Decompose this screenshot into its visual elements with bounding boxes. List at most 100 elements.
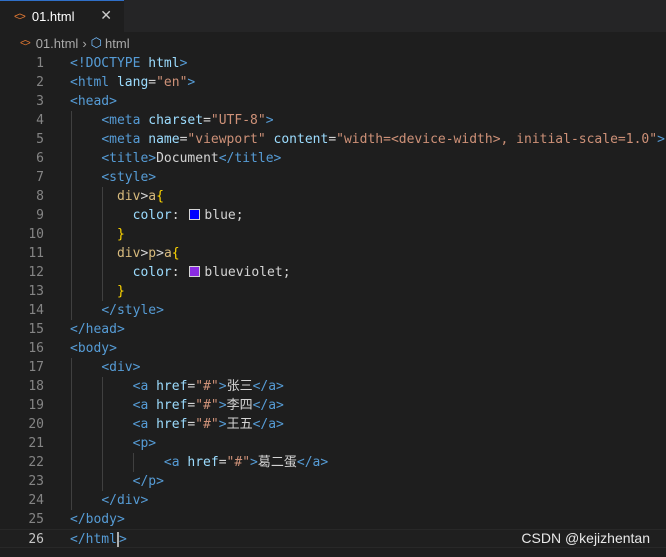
code-line[interactable]: 11 div>p>a{ bbox=[0, 244, 666, 263]
code-token: </div> bbox=[101, 493, 149, 508]
breadcrumb-file[interactable]: 01.html bbox=[36, 36, 79, 51]
code-token: > bbox=[179, 56, 188, 71]
color-swatch[interactable] bbox=[189, 266, 201, 277]
code-token: 李四 bbox=[226, 398, 253, 413]
code-token: > bbox=[657, 132, 665, 147]
code-text: } bbox=[70, 282, 125, 301]
code-token: p bbox=[148, 246, 157, 261]
html-file-icon: <> bbox=[14, 10, 26, 23]
code-token: = bbox=[218, 455, 227, 470]
code-token: a bbox=[148, 189, 157, 204]
code-text: <p> bbox=[70, 434, 156, 453]
code-token: lang bbox=[116, 75, 149, 90]
code-line[interactable]: 25 </body> bbox=[0, 510, 666, 529]
code-text: } bbox=[70, 225, 125, 244]
code-text: <meta name="viewport" content="width=<de… bbox=[70, 130, 665, 149]
code-token: = bbox=[203, 113, 211, 128]
code-text: <div> bbox=[70, 358, 140, 377]
code-token: html bbox=[148, 56, 180, 71]
close-icon[interactable]: ✕ bbox=[100, 7, 112, 24]
code-token: "#" bbox=[195, 379, 219, 394]
tab-bar: <> 01.html ✕ bbox=[0, 0, 666, 32]
code-line[interactable]: 3 <head> bbox=[0, 92, 666, 111]
code-line[interactable]: 5 <meta name="viewport" content="width=<… bbox=[0, 130, 666, 149]
code-line[interactable]: 19 <a href="#">李四</a> bbox=[0, 396, 666, 415]
line-number: 12 bbox=[28, 265, 44, 280]
line-number: 14 bbox=[28, 303, 44, 318]
code-token: <p> bbox=[132, 436, 157, 451]
line-number: 21 bbox=[28, 436, 44, 451]
code-line[interactable]: 23 </p> bbox=[0, 472, 666, 491]
indent-guide bbox=[102, 187, 104, 301]
code-line[interactable]: 20 <a href="#">王五</a> bbox=[0, 415, 666, 434]
code-line[interactable]: 17 <div> bbox=[0, 358, 666, 377]
code-token: content bbox=[273, 132, 329, 147]
code-line[interactable]: 13 } bbox=[0, 282, 666, 301]
code-token: "#" bbox=[195, 417, 219, 432]
code-line[interactable]: 15 </head> bbox=[0, 320, 666, 339]
code-line[interactable]: 24 </div> bbox=[0, 491, 666, 510]
code-token: <a bbox=[132, 379, 157, 394]
code-line[interactable]: 2 <html lang="en"> bbox=[0, 73, 666, 92]
code-token: <div> bbox=[101, 360, 141, 375]
code-token: { bbox=[171, 246, 180, 261]
code-line[interactable]: 21 <p> bbox=[0, 434, 666, 453]
code-token: > bbox=[156, 246, 164, 261]
breadcrumb-symbol[interactable]: html bbox=[105, 36, 130, 51]
code-token: ; bbox=[282, 265, 291, 280]
code-text: </head> bbox=[70, 320, 125, 339]
tab-01-html[interactable]: <> 01.html ✕ bbox=[0, 0, 124, 32]
code-token: 张三 bbox=[226, 379, 253, 394]
code-token: > bbox=[218, 417, 227, 432]
line-number: 25 bbox=[28, 512, 44, 527]
code-line[interactable]: 6 <title>Document</title> bbox=[0, 149, 666, 168]
code-token: } bbox=[116, 227, 125, 242]
code-text: </div> bbox=[70, 491, 148, 510]
code-line[interactable]: 16 <body> bbox=[0, 339, 666, 358]
line-number: 16 bbox=[28, 341, 44, 356]
code-line[interactable]: 14 </style> bbox=[0, 301, 666, 320]
code-line[interactable]: 8 div>a{ bbox=[0, 187, 666, 206]
line-number: 24 bbox=[28, 493, 44, 508]
code-token: ; bbox=[235, 208, 244, 223]
code-token: > bbox=[187, 75, 196, 90]
code-token: Document bbox=[156, 151, 219, 166]
code-token: </a> bbox=[252, 417, 284, 432]
line-number: 6 bbox=[36, 151, 44, 166]
code-text: <html lang="en"> bbox=[70, 73, 195, 92]
code-line[interactable]: 12 color: blueviolet; bbox=[0, 263, 666, 282]
code-line[interactable]: 4 <meta charset="UTF-8"> bbox=[0, 111, 666, 130]
code-line[interactable]: 18 <a href="#">张三</a> bbox=[0, 377, 666, 396]
code-token: > bbox=[265, 113, 274, 128]
line-number: 7 bbox=[36, 170, 44, 185]
code-line[interactable]: 22 <a href="#">葛二蛋</a> bbox=[0, 453, 666, 472]
code-editor[interactable]: 1 <!DOCTYPE html> 2 <html lang="en"> 3 <head>… bbox=[0, 54, 666, 557]
code-line[interactable]: 9 color: blue; bbox=[0, 206, 666, 225]
line-number: 13 bbox=[28, 284, 44, 299]
code-line[interactable]: 1 <!DOCTYPE html> bbox=[0, 54, 666, 73]
code-token: <meta bbox=[101, 132, 149, 147]
code-token: 葛二蛋 bbox=[257, 455, 297, 470]
code-token: : bbox=[171, 208, 188, 223]
code-token: <a bbox=[132, 398, 157, 413]
code-text: <a href="#">葛二蛋</a> bbox=[70, 453, 328, 472]
color-swatch[interactable] bbox=[189, 209, 201, 220]
code-text: <meta charset="UTF-8"> bbox=[70, 111, 274, 130]
code-token: > bbox=[250, 455, 258, 470]
code-text: <style> bbox=[70, 168, 156, 187]
code-text: <title>Document</title> bbox=[70, 149, 281, 168]
line-number: 8 bbox=[36, 189, 44, 204]
code-token: = bbox=[148, 75, 157, 90]
indent-guide bbox=[71, 111, 72, 320]
code-line[interactable]: 7 <style> bbox=[0, 168, 666, 187]
code-text: </p> bbox=[70, 472, 164, 491]
code-token: } bbox=[116, 284, 125, 299]
code-token: </title> bbox=[218, 151, 282, 166]
watermark: CSDN @kejizhentan bbox=[521, 530, 650, 546]
indent-guide bbox=[71, 358, 72, 510]
code-line[interactable]: 10 } bbox=[0, 225, 666, 244]
line-number: 2 bbox=[36, 75, 44, 90]
